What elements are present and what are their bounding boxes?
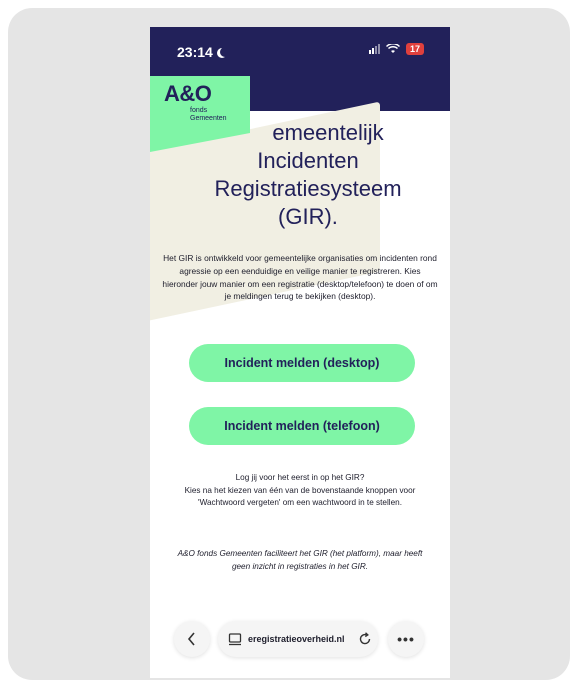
url-text[interactable]: eregistratieoverheid.nl xyxy=(248,634,352,644)
title-line-1: emeentelijk xyxy=(272,120,384,145)
signal-icon xyxy=(368,44,380,54)
browser-bottom-bar: eregistratieoverheid.nl ••• xyxy=(150,615,450,665)
report-incident-desktop-button[interactable]: Incident melden (desktop) xyxy=(189,344,415,382)
title-line-2: Incidenten xyxy=(257,148,359,173)
title-line-3: Registratiesysteem xyxy=(214,176,402,201)
title-line-4: (GIR). xyxy=(278,204,338,229)
wifi-icon xyxy=(385,44,400,53)
more-button[interactable]: ••• xyxy=(388,621,424,657)
logo-sub-line1: fonds xyxy=(190,107,208,114)
first-login-info: Log jij voor het eerst in op het GIR? Ki… xyxy=(164,472,436,510)
report-incident-phone-button[interactable]: Incident melden (telefoon) xyxy=(189,407,415,445)
first-login-question: Log jij voor het eerst in op het GIR? xyxy=(235,473,365,482)
status-icons: 17 xyxy=(368,43,424,55)
reload-icon[interactable] xyxy=(358,632,372,646)
intro-text: Het GIR is ontwikkeld voor gemeentelijke… xyxy=(162,253,438,302)
back-button[interactable] xyxy=(174,621,210,657)
address-bar[interactable]: eregistratieoverheid.nl xyxy=(218,621,378,657)
status-time: 23:14 xyxy=(177,44,227,60)
back-chevron-icon xyxy=(187,632,195,646)
time-label: 23:14 xyxy=(177,44,213,60)
disclaimer-text: A&O fonds Gemeenten faciliteert het GIR … xyxy=(177,549,423,571)
first-login-instructions: Kies na het kiezen van één van de bovens… xyxy=(184,485,416,508)
page-title: emeentelijk Incidenten Registratiesystee… xyxy=(178,119,438,231)
moon-icon xyxy=(220,47,230,57)
more-icon: ••• xyxy=(397,631,415,647)
battery-indicator: 17 xyxy=(405,43,424,55)
phone-screen: 23:14 17 A&O fonds Gemeenten emeentelijk… xyxy=(150,27,450,678)
logo[interactable]: A&O xyxy=(164,81,212,107)
tabs-icon[interactable] xyxy=(228,632,242,646)
